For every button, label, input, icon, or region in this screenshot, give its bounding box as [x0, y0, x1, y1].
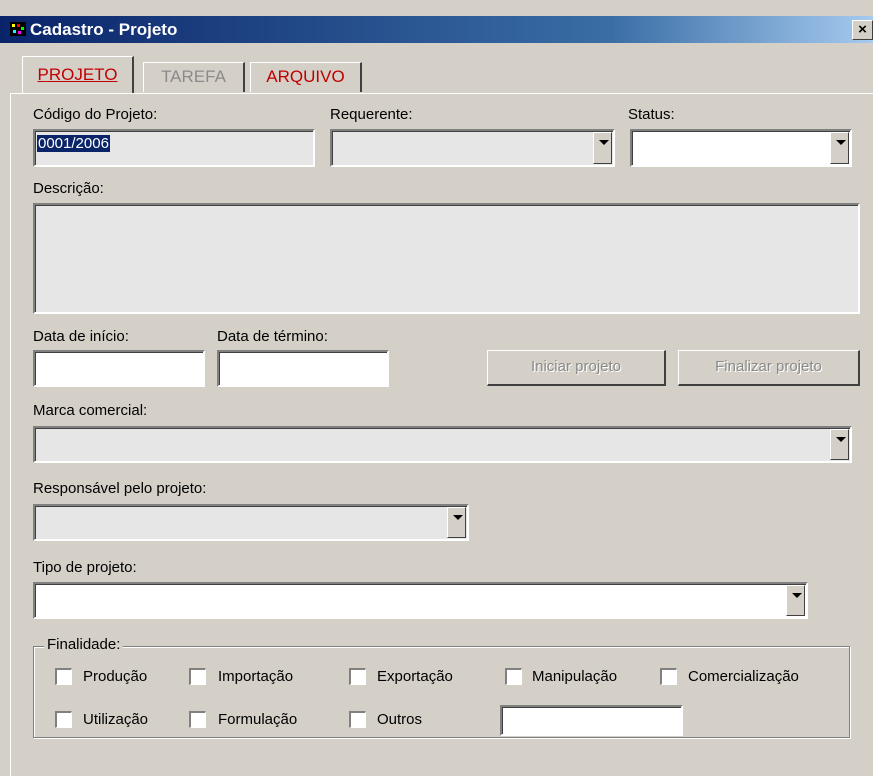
finalidade-group	[33, 646, 850, 738]
checkbox-manipulacao-label: Manipulação	[532, 668, 618, 685]
window-title: Cadastro - Projeto	[30, 20, 178, 39]
descricao-textarea[interactable]	[33, 203, 860, 314]
tipo-dropdown[interactable]	[33, 582, 808, 619]
tab-arquivo[interactable]: ARQUIVO	[250, 62, 362, 92]
codigo-value: 0001/2006	[37, 135, 110, 152]
tab-panel-border	[10, 93, 873, 94]
checkbox-comercializacao[interactable]	[660, 668, 677, 685]
checkbox-producao[interactable]	[55, 668, 72, 685]
close-icon: ×	[858, 21, 867, 38]
chevron-down-icon[interactable]	[830, 132, 849, 164]
requerente-dropdown[interactable]	[330, 129, 615, 167]
close-button[interactable]: ×	[852, 20, 873, 40]
checkbox-producao-label: Produção	[83, 668, 148, 685]
codigo-label: Código do Projeto:	[33, 106, 158, 123]
status-label: Status:	[628, 106, 675, 123]
app-icon	[10, 22, 26, 36]
tipo-label: Tipo de projeto:	[33, 559, 137, 576]
descricao-label: Descrição:	[33, 180, 104, 197]
chevron-down-icon[interactable]	[593, 132, 612, 164]
window-title-bar[interactable]: Cadastro - Projeto ×	[0, 16, 873, 43]
requerente-label: Requerente:	[330, 106, 413, 123]
data-termino-label: Data de término:	[217, 328, 328, 345]
checkbox-exportacao[interactable]	[349, 668, 366, 685]
checkbox-formulacao[interactable]	[189, 711, 206, 728]
checkbox-comercializacao-label: Comercialização	[688, 668, 799, 685]
chevron-down-icon[interactable]	[830, 429, 849, 460]
responsavel-dropdown[interactable]	[33, 504, 469, 541]
finalidade-legend: Finalidade:	[44, 636, 124, 653]
data-inicio-label: Data de início:	[33, 328, 129, 345]
finalizar-projeto-button[interactable]: Finalizar projeto	[678, 350, 860, 386]
tab-tarefa[interactable]: TAREFA	[143, 62, 245, 92]
marca-dropdown[interactable]	[33, 426, 852, 463]
checkbox-utilizacao[interactable]	[55, 711, 72, 728]
marca-label: Marca comercial:	[33, 402, 148, 419]
checkbox-manipulacao[interactable]	[505, 668, 522, 685]
outros-input[interactable]	[500, 705, 683, 736]
iniciar-projeto-button[interactable]: Iniciar projeto	[487, 350, 666, 386]
checkbox-outros[interactable]	[349, 711, 366, 728]
responsavel-label: Responsável pelo projeto:	[33, 480, 207, 497]
codigo-field[interactable]: 0001/2006	[33, 129, 315, 167]
chevron-down-icon[interactable]	[786, 585, 805, 616]
data-inicio-input[interactable]	[33, 350, 205, 387]
tab-projeto[interactable]: PROJETO	[22, 56, 134, 94]
checkbox-importacao[interactable]	[189, 668, 206, 685]
status-dropdown[interactable]	[630, 129, 852, 167]
tab-panel-left-edge	[10, 93, 11, 776]
checkbox-outros-label: Outros	[377, 711, 423, 728]
checkbox-exportacao-label: Exportação	[377, 668, 453, 685]
checkbox-utilizacao-label: Utilização	[83, 711, 149, 728]
checkbox-importacao-label: Importação	[218, 668, 294, 685]
checkbox-formulacao-label: Formulação	[218, 711, 298, 728]
data-termino-input[interactable]	[217, 350, 389, 387]
chevron-down-icon[interactable]	[447, 507, 466, 538]
